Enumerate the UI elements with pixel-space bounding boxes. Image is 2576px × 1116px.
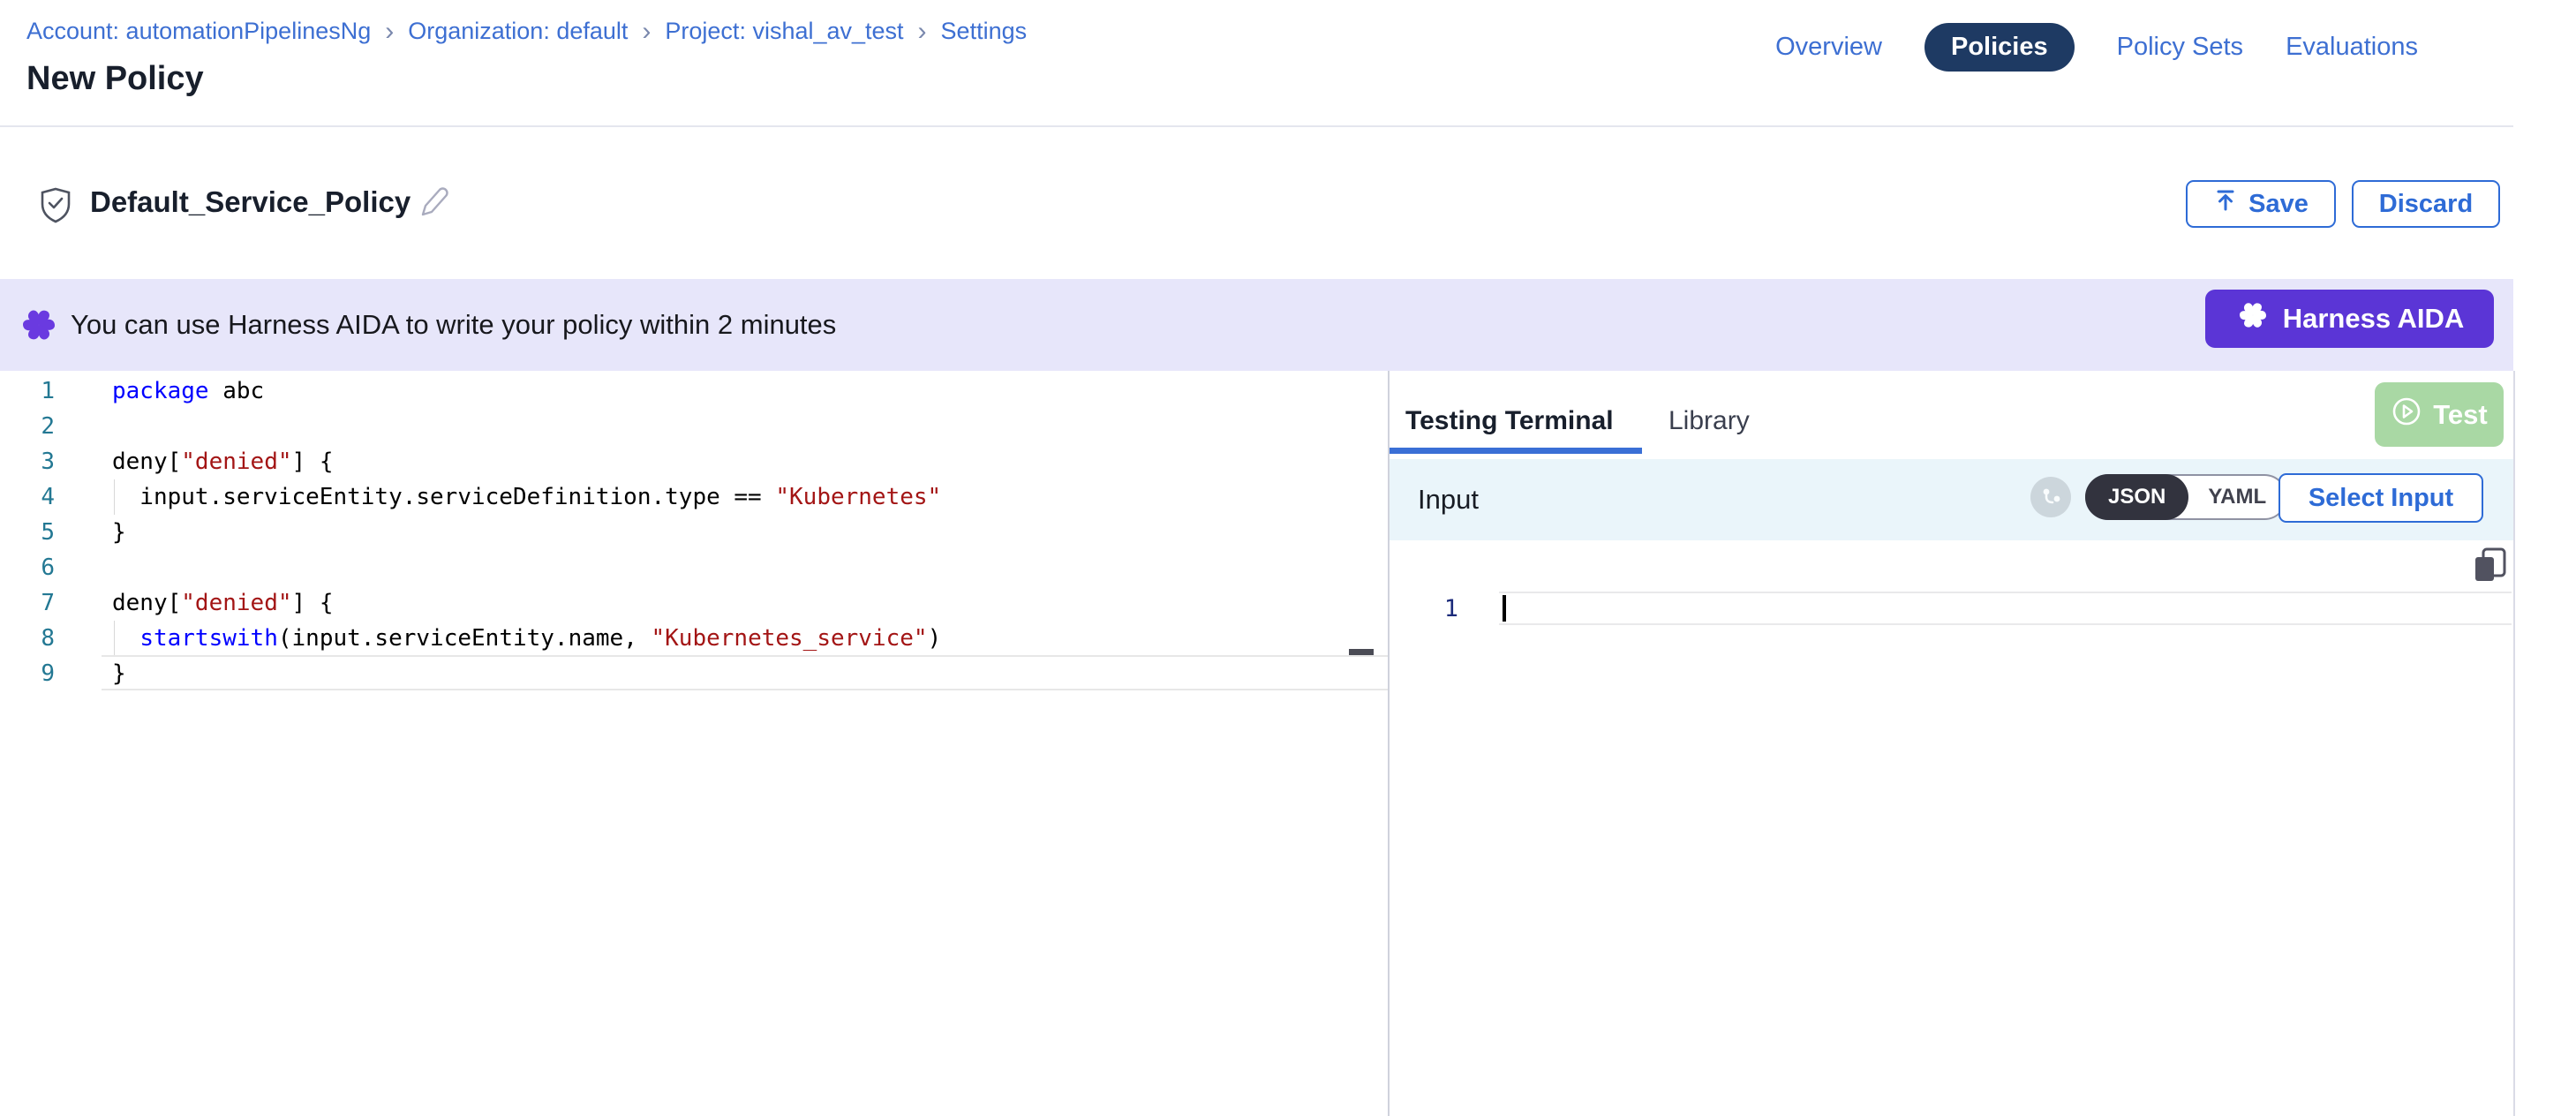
shield-check-icon	[39, 187, 72, 229]
line-number: 8	[0, 621, 55, 656]
page-right-border	[2513, 371, 2515, 1116]
code-line[interactable]: deny["denied"] {	[112, 585, 333, 621]
page-title: New Policy	[26, 60, 204, 98]
code-token	[112, 625, 139, 652]
code-token: abc	[209, 378, 265, 404]
code-token: "Kubernetes"	[775, 484, 941, 510]
code-line[interactable]: }	[112, 515, 126, 550]
upload-icon	[2213, 188, 2238, 220]
header-tabs: Overview Policies Policy Sets Evaluations	[1775, 23, 2418, 71]
active-tab-underline	[1390, 448, 1642, 454]
code-token: }	[112, 519, 126, 546]
banner-message: You can use Harness AIDA to write your p…	[71, 309, 836, 341]
breadcrumb-item[interactable]: Settings	[941, 18, 1028, 45]
aida-flower-icon	[18, 304, 60, 351]
tab-testing-terminal[interactable]: Testing Terminal	[1405, 406, 1614, 436]
line-number: 5	[0, 515, 55, 550]
editor-current-line-highlight	[102, 655, 1388, 690]
code-token: startswith	[139, 625, 278, 652]
line-number: 6	[0, 550, 55, 585]
line-number: 2	[0, 409, 55, 444]
code-line[interactable]: package abc	[112, 373, 264, 409]
code-token: )	[928, 625, 942, 652]
code-token: }	[112, 660, 126, 687]
policy-name: Default_Service_Policy	[90, 185, 411, 219]
input-line-number: 1	[1390, 593, 1458, 625]
discard-button[interactable]: Discard	[2352, 180, 2500, 228]
tab-library[interactable]: Library	[1668, 406, 1750, 436]
aida-flower-icon-white	[2235, 298, 2271, 340]
code-line[interactable]: deny["denied"] {	[112, 444, 333, 479]
test-button-label: Test	[2433, 399, 2487, 431]
code-line[interactable]: input.serviceEntity.serviceDefinition.ty…	[112, 479, 941, 515]
text-cursor	[1503, 595, 1506, 622]
test-button[interactable]: Test	[2375, 382, 2504, 447]
breadcrumb: Account: automationPipelinesNg › Organizat…	[26, 18, 1027, 45]
code-token: "denied"	[181, 590, 291, 616]
workspace: 1package abc23deny["denied"] {4 input.se…	[0, 371, 2576, 1116]
breadcrumb-item[interactable]: Organization: default	[408, 18, 628, 45]
tab-policies[interactable]: Policies	[1924, 23, 2075, 72]
aida-banner: You can use Harness AIDA to write your p…	[0, 279, 2513, 371]
policy-code-editor[interactable]: 1package abc23deny["denied"] {4 input.se…	[0, 371, 1388, 1116]
line-number: 3	[0, 444, 55, 479]
code-line[interactable]: }	[112, 656, 126, 691]
copy-icon[interactable]	[2470, 546, 2511, 591]
testing-terminal-panel: Testing Terminal Library Test Input JSON…	[1390, 371, 2513, 1116]
chevron-right-icon: ›	[385, 19, 394, 43]
pencil-icon[interactable]	[418, 184, 450, 223]
code-token: input.serviceEntity.serviceDefinition.ty…	[112, 484, 775, 510]
input-section-label: Input	[1418, 484, 1479, 516]
code-token: deny[	[112, 449, 181, 475]
line-number: 1	[0, 373, 55, 409]
toggle-option-json[interactable]: JSON	[2085, 474, 2188, 520]
header: Account: automationPipelinesNg › Organizat…	[0, 0, 2513, 127]
harness-aida-button[interactable]: Harness AIDA	[2205, 290, 2494, 348]
line-number: 9	[0, 656, 55, 691]
toolbar: Default_Service_Policy Save Discard	[0, 129, 2513, 279]
code-token: ] {	[292, 449, 334, 475]
input-active-line	[1499, 592, 2512, 625]
code-line[interactable]: startswith(input.serviceEntity.name, "Ku…	[112, 621, 941, 656]
line-number: 7	[0, 585, 55, 621]
breadcrumb-item[interactable]: Account: automationPipelinesNg	[26, 18, 371, 45]
input-editor[interactable]: 1	[1390, 540, 2513, 1116]
tab-evaluations[interactable]: Evaluations	[2286, 33, 2418, 62]
code-token: ] {	[292, 590, 334, 616]
code-token: (input.serviceEntity.name,	[278, 625, 652, 652]
breadcrumb-item[interactable]: Project: vishal_av_test	[665, 18, 903, 45]
select-input-button[interactable]: Select Input	[2278, 473, 2483, 523]
line-number: 4	[0, 479, 55, 515]
code-token: "Kubernetes_service"	[652, 625, 928, 652]
code-token: package	[112, 378, 209, 404]
page: Account: automationPipelinesNg › Organizat…	[0, 0, 2576, 1116]
git-fork-icon	[2030, 477, 2071, 517]
format-toggle[interactable]: JSON YAML	[2085, 474, 2287, 520]
tab-overview[interactable]: Overview	[1775, 33, 1882, 62]
code-token: "denied"	[181, 449, 291, 475]
chevron-right-icon: ›	[918, 19, 927, 43]
aida-button-label: Harness AIDA	[2283, 303, 2465, 335]
toggle-option-yaml[interactable]: YAML	[2188, 476, 2286, 518]
overview-ruler-cursor	[1349, 649, 1374, 655]
save-button[interactable]: Save	[2186, 180, 2336, 228]
save-button-label: Save	[2248, 190, 2309, 219]
input-bar: Input JSON YAML Select Input	[1390, 459, 2513, 540]
chevron-right-icon: ›	[642, 19, 651, 43]
code-token: deny[	[112, 590, 181, 616]
play-circle-icon	[2391, 396, 2422, 434]
discard-button-label: Discard	[2379, 190, 2473, 219]
tab-policy-sets[interactable]: Policy Sets	[2117, 33, 2243, 62]
